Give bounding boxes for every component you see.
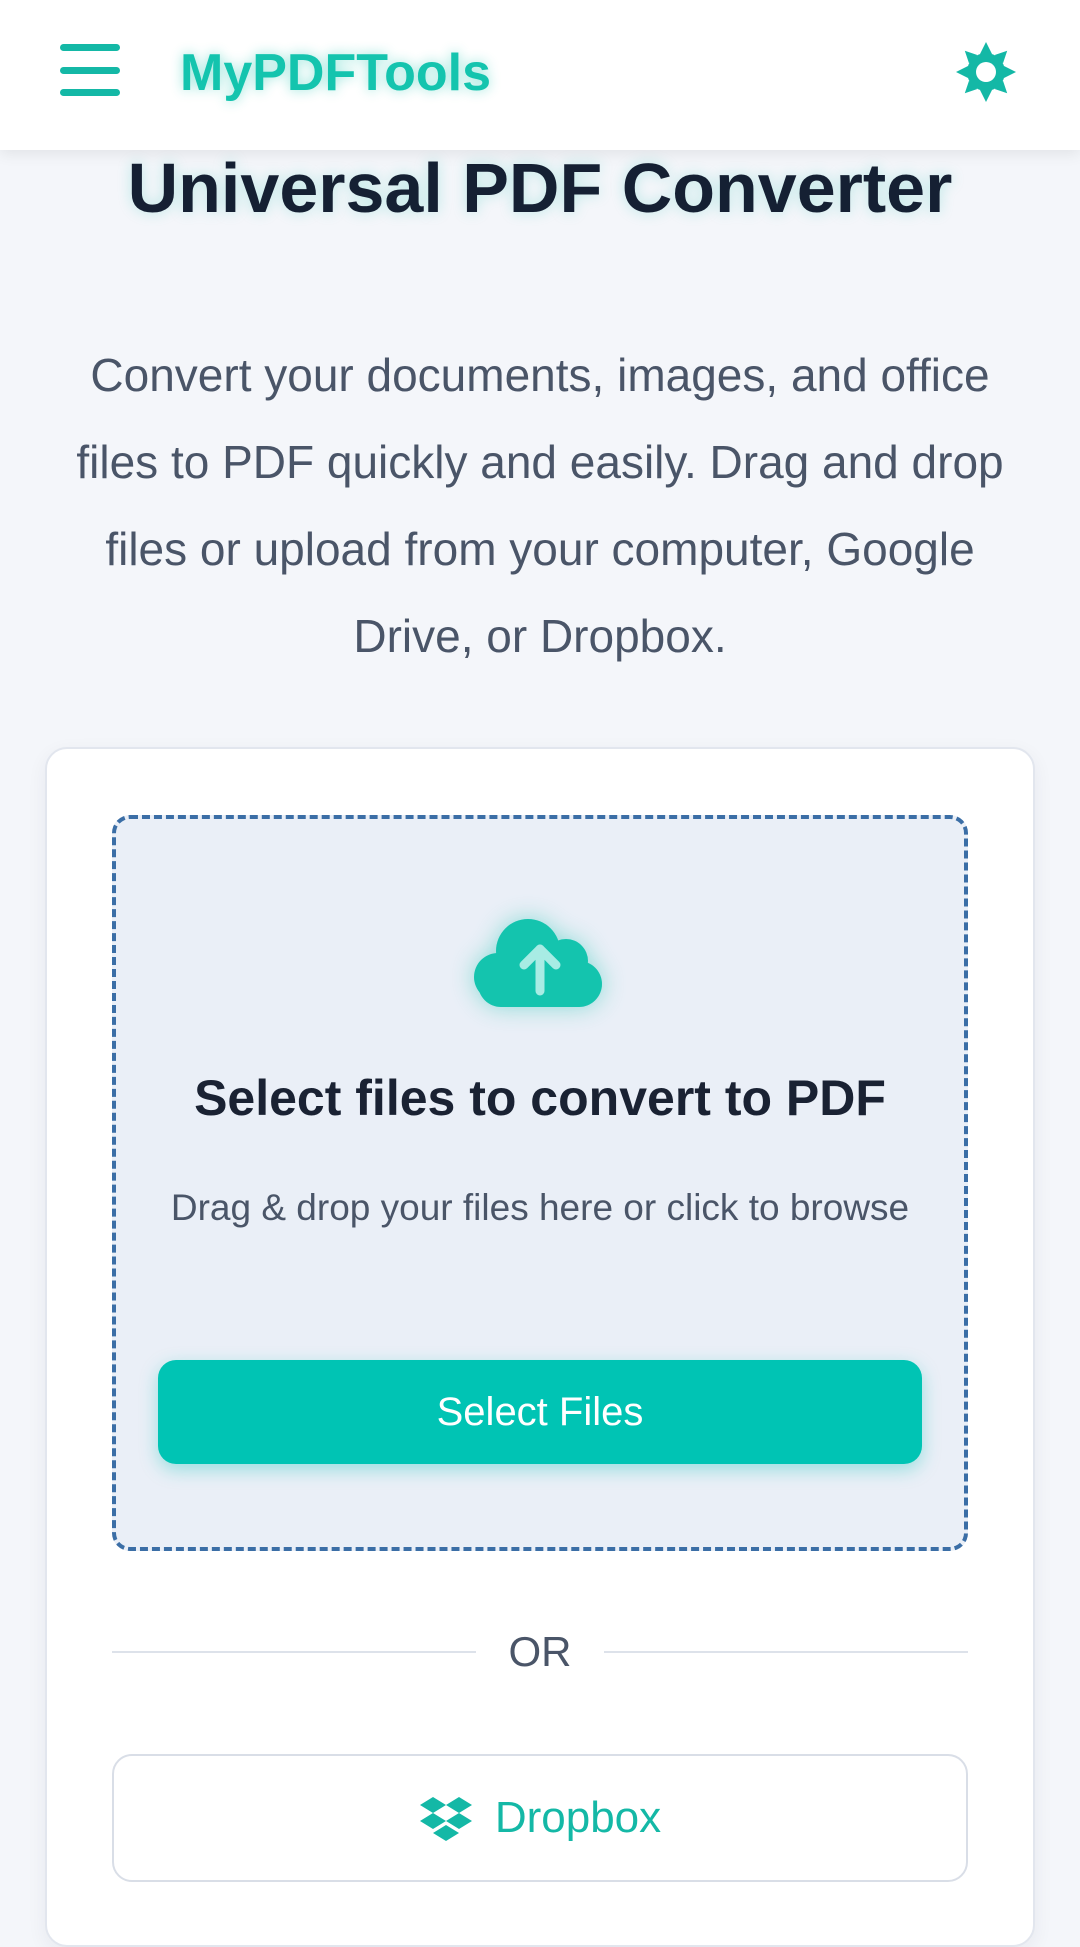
menu-bar <box>60 89 120 96</box>
page-description: Convert your documents, images, and offi… <box>76 349 1004 662</box>
cloud-upload-icon <box>474 919 602 1007</box>
or-divider: OR <box>112 1620 968 1684</box>
hamburger-menu-icon[interactable] <box>60 44 120 96</box>
page-title: Universal PDF Converter <box>127 149 953 227</box>
sun-icon[interactable] <box>954 40 1018 104</box>
menu-bar <box>60 66 120 74</box>
dropbox-button[interactable]: Dropbox <box>112 1754 968 1882</box>
dropzone-subtitle: Drag & drop your files here or click to … <box>170 1187 910 1228</box>
divider-line <box>112 1651 476 1653</box>
dropzone-title: Select files to convert to PDF <box>194 1070 886 1126</box>
dropbox-label: Dropbox <box>494 1793 662 1842</box>
divider-line <box>604 1651 968 1653</box>
brand-logo[interactable]: MyPDFTools <box>180 40 491 106</box>
app-header: MyPDFTools <box>0 0 1080 150</box>
divider-text: OR <box>508 1628 572 1675</box>
dropbox-icon <box>419 1797 472 1841</box>
select-files-button[interactable]: Select Files <box>158 1360 922 1464</box>
menu-bar <box>60 44 120 51</box>
